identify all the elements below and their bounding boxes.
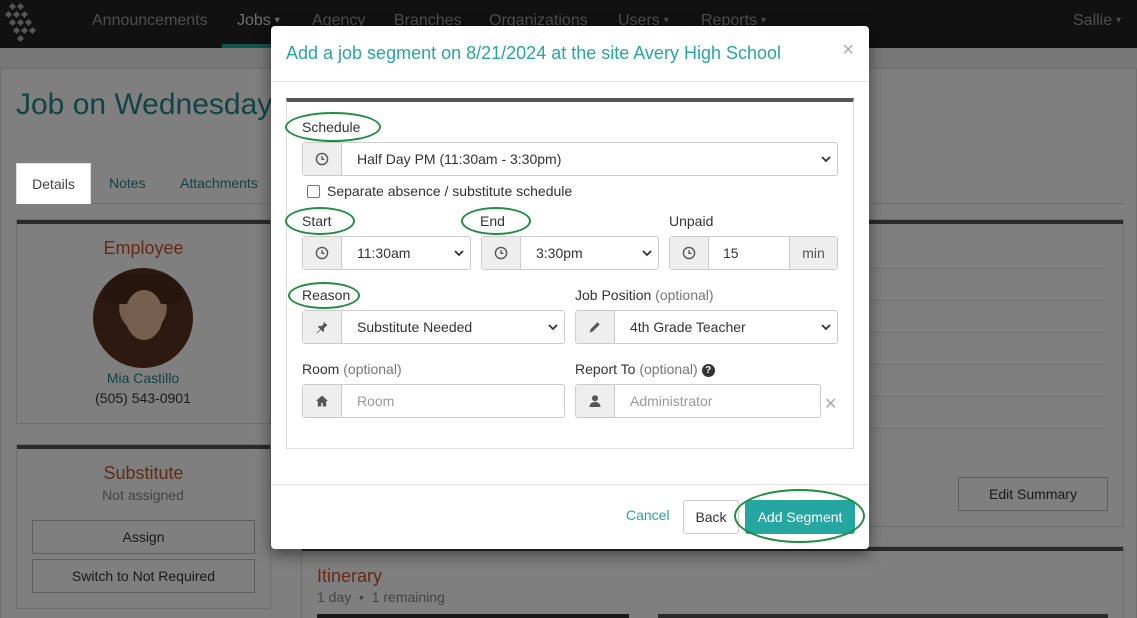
unpaid-minutes-field: min (669, 236, 838, 270)
highlight-ring (285, 112, 381, 142)
close-icon[interactable]: × (842, 40, 854, 60)
pencil-icon (576, 311, 615, 343)
chevron-down-icon (821, 324, 831, 331)
clear-icon[interactable]: ✕ (824, 394, 837, 414)
highlight-ring (288, 282, 360, 309)
room-label: Room (optional) (302, 361, 402, 377)
chevron-down-icon (454, 250, 464, 257)
reason-value: Substitute Needed (357, 319, 473, 335)
highlight-ring (285, 207, 355, 235)
user-icon (576, 385, 615, 417)
chevron-down-icon (821, 156, 831, 163)
separate-schedule-label: Separate absence / substitute schedule (327, 183, 573, 199)
room-input[interactable] (357, 385, 564, 417)
job-position-label: Job Position (optional) (575, 287, 714, 303)
clock-icon (670, 237, 709, 269)
modal-title: Add a job segment on 8/21/2024 at the si… (286, 43, 781, 63)
report-to-field (575, 384, 821, 418)
separate-schedule-checkbox[interactable]: Separate absence / substitute schedule (307, 183, 572, 199)
start-time-value: 11:30am (357, 245, 411, 261)
start-time-select[interactable]: 11:30am (302, 236, 471, 270)
unpaid-minutes-input[interactable] (723, 237, 789, 269)
end-time-value: 3:30pm (536, 245, 583, 261)
add-segment-modal: Add a job segment on 8/21/2024 at the si… (271, 26, 869, 549)
clock-icon (303, 237, 342, 269)
schedule-value: Half Day PM (11:30am - 3:30pm) (357, 151, 562, 167)
schedule-select[interactable]: Half Day PM (11:30am - 3:30pm) (302, 142, 838, 176)
reason-select[interactable]: Substitute Needed (302, 310, 565, 344)
chevron-down-icon (548, 324, 558, 331)
back-button[interactable]: Back (683, 500, 739, 534)
report-to-label: Report To (optional)? (575, 361, 715, 377)
cancel-button[interactable]: Cancel (626, 507, 670, 523)
highlight-ring (734, 489, 865, 543)
home-icon (303, 385, 342, 417)
checkbox[interactable] (307, 184, 320, 198)
report-to-input[interactable] (630, 385, 820, 417)
question-icon[interactable]: ? (701, 364, 715, 377)
modal-footer-divider (271, 484, 869, 485)
chevron-down-icon (642, 250, 652, 257)
highlight-ring (461, 207, 531, 235)
pushpin-icon (303, 311, 342, 343)
clock-icon (482, 237, 521, 269)
unpaid-unit: min (789, 237, 837, 269)
job-position-value: 4th Grade Teacher (630, 319, 746, 335)
end-time-select[interactable]: 3:30pm (481, 236, 659, 270)
room-field (302, 384, 565, 418)
tab-details[interactable]: Details (16, 163, 91, 204)
modal-header: Add a job segment on 8/21/2024 at the si… (271, 26, 869, 82)
clock-icon (303, 143, 342, 175)
unpaid-label: Unpaid (669, 213, 714, 229)
job-position-select[interactable]: 4th Grade Teacher (575, 310, 838, 344)
